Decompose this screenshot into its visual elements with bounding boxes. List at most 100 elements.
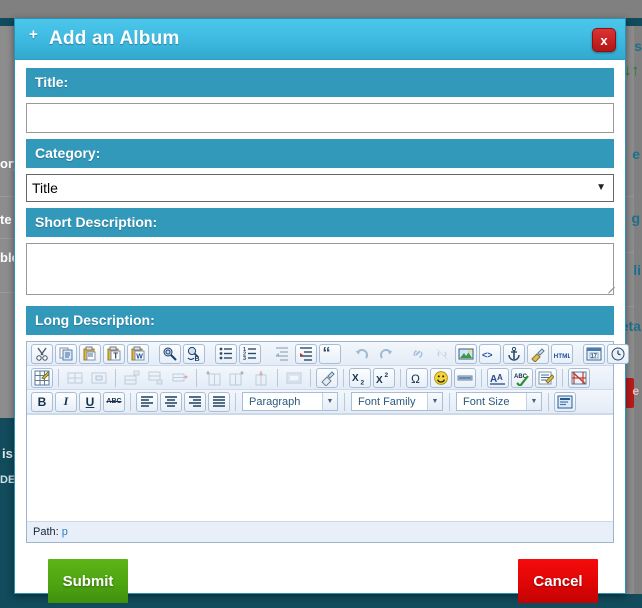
strikethrough-icon[interactable]: ABC [103, 391, 125, 412]
editor-toolbar-row-3: B I U ABC Paragraph ▼ Font Family ▼ Font Size ▼ [27, 390, 613, 414]
toolbar-separator [400, 368, 401, 387]
editor-path-value[interactable]: p [62, 526, 68, 538]
fullscreen-icon[interactable] [554, 391, 576, 412]
background-arrow-icon: ↓↑ [624, 62, 639, 79]
delete-row-icon [169, 368, 191, 388]
italic-icon[interactable]: I [55, 391, 77, 412]
toolbar-group: X2X2 [348, 367, 396, 388]
format-select-label: Paragraph [249, 395, 301, 408]
paste-icon[interactable] [79, 343, 101, 364]
editor-content-area[interactable] [27, 414, 613, 521]
align-center-icon[interactable] [160, 391, 182, 412]
svg-text:X: X [352, 373, 359, 384]
category-field-label: Category: [26, 139, 614, 168]
cut-icon[interactable] [31, 343, 53, 364]
source-code-icon[interactable]: <> [479, 343, 501, 364]
toolbar-group: A A ABC [486, 367, 558, 388]
background-text-fragment: li [633, 262, 641, 278]
italic-icon-glyph: I [63, 394, 69, 408]
svg-text:T: T [113, 351, 118, 360]
image-icon[interactable] [455, 343, 477, 364]
find-replace-icon[interactable]: B [183, 343, 205, 364]
chevron-down-icon[interactable]: ▼ [526, 393, 541, 410]
underline-icon-glyph: U [85, 394, 95, 409]
horizontal-rule-icon[interactable] [454, 367, 476, 388]
anchor-icon[interactable] [503, 343, 525, 364]
chevron-down-icon[interactable]: ▼ [322, 393, 337, 410]
spellcheck-icon[interactable]: ABC [511, 367, 533, 388]
close-icon[interactable]: x [592, 28, 616, 52]
align-justify-icon[interactable] [208, 391, 230, 412]
chevron-down-icon[interactable]: ▼ [427, 393, 442, 410]
svg-text:3: 3 [243, 356, 246, 362]
cleanup-icon[interactable] [527, 343, 549, 364]
toolbar-separator [277, 368, 278, 387]
toolbar-group: 17 [582, 343, 630, 364]
style-icon[interactable]: AA [487, 367, 509, 388]
blockquote-icon[interactable]: “ [319, 343, 341, 364]
visual-aid-icon[interactable] [568, 367, 590, 388]
remove-formatting-icon[interactable] [316, 367, 338, 388]
underline-icon[interactable]: U [79, 391, 101, 412]
html-icon[interactable]: HTML [551, 343, 573, 364]
align-right-icon[interactable] [184, 391, 206, 412]
submit-button[interactable]: Submit [48, 559, 128, 603]
numbered-list-icon[interactable]: 123 [239, 343, 261, 364]
font-size-select-label: Font Size [463, 395, 510, 408]
insert-date-icon[interactable]: 17 [583, 343, 605, 364]
insert-time-icon[interactable] [607, 343, 629, 364]
superscript-icon[interactable]: X2 [373, 367, 395, 388]
editor-path-label: Path: [33, 526, 59, 538]
paste-from-word-icon[interactable]: W [127, 343, 149, 364]
title-input[interactable] [26, 103, 614, 133]
svg-text:W: W [136, 353, 143, 360]
toolbar-separator [343, 368, 344, 387]
paste-as-text-icon[interactable]: T [103, 343, 125, 364]
background-divider [0, 292, 14, 293]
bold-icon-glyph: B [37, 394, 47, 409]
copy-icon[interactable] [55, 343, 77, 364]
toolbar-group [567, 367, 591, 388]
modal-body: Title: Category: Title ▼ Short Descripti… [15, 60, 629, 543]
find-icon[interactable] [159, 343, 181, 364]
svg-text:X: X [376, 375, 383, 386]
row-before-icon [121, 368, 143, 388]
toolbar-group: TW [30, 343, 150, 364]
link-icon [407, 344, 429, 364]
category-select[interactable]: Title [26, 174, 614, 202]
font-size-select[interactable]: Font Size ▼ [456, 392, 542, 411]
toolbar-separator [344, 392, 345, 411]
svg-text:<>: <> [482, 350, 493, 360]
category-select-wrapper: Title ▼ [26, 174, 614, 202]
toolbar-separator [196, 368, 197, 387]
toolbar-group: B [158, 343, 206, 364]
short-description-wrapper [26, 243, 616, 300]
short-description-textarea[interactable] [26, 243, 614, 295]
subscript-icon[interactable]: X2 [349, 367, 371, 388]
title-field-label: Title: [26, 68, 614, 97]
special-character-icon[interactable]: Ω [406, 367, 428, 388]
toolbar-group: <> HTML [406, 343, 574, 364]
delete-column-icon [250, 368, 272, 388]
row-after-icon [145, 368, 167, 388]
svg-text:“: “ [323, 346, 331, 362]
toolbar-group: Ω [405, 367, 477, 388]
indent-icon[interactable] [295, 343, 317, 364]
toolbar-separator [58, 368, 59, 387]
font-family-select[interactable]: Font Family ▼ [351, 392, 443, 411]
bold-icon[interactable]: B [31, 391, 53, 412]
table-icon[interactable] [31, 367, 53, 388]
emoticon-icon[interactable] [430, 367, 452, 388]
format-select[interactable]: Paragraph ▼ [242, 392, 338, 411]
toolbar-separator [115, 368, 116, 387]
toolbar-group: B I U ABC [30, 391, 126, 412]
strikethrough-icon-glyph: ABC [106, 398, 122, 405]
advanced-icon[interactable] [535, 367, 557, 388]
short-description-label: Short Description: [26, 208, 614, 237]
toolbar-group: 123 [214, 343, 262, 364]
align-left-icon[interactable] [136, 391, 158, 412]
table-properties-icon [283, 368, 305, 388]
merge-cells-icon [64, 368, 86, 388]
bullet-list-icon[interactable] [215, 343, 237, 364]
cancel-button[interactable]: Cancel [518, 559, 598, 603]
